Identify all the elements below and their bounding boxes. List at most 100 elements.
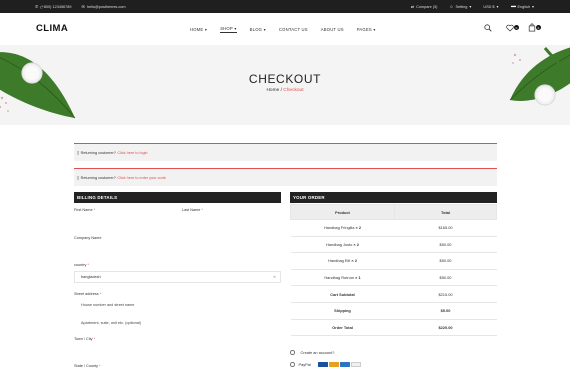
- billing-heading: BILLING DETAILS: [74, 192, 281, 203]
- search-button[interactable]: [483, 23, 492, 32]
- amex-card-icon: [339, 362, 350, 367]
- chevron-down-icon: ▾: [531, 3, 534, 9]
- state-label: State / County *: [74, 364, 101, 368]
- create-account-radio[interactable]: [290, 350, 295, 355]
- cart-button[interactable]: 0: [527, 23, 541, 32]
- chevron-down-icon: ▾: [204, 27, 208, 32]
- user-icon: ☺: [449, 3, 454, 9]
- town-label: Town / City *: [74, 337, 96, 341]
- wishlist-button[interactable]: 0: [505, 23, 519, 32]
- login-notice-text: Returning customer?: [80, 150, 116, 155]
- flag-icon: [510, 4, 516, 9]
- nav-home[interactable]: HOME ▾: [190, 26, 207, 33]
- company-input[interactable]: [74, 243, 281, 255]
- country-value: bangladesh: [81, 275, 101, 279]
- country-label: country *: [74, 263, 89, 267]
- street-input[interactable]: House number and street name: [74, 299, 281, 311]
- order-table: Product Total Handbag Fringilla × 2 $165…: [290, 204, 497, 337]
- visa-card-icon: [317, 362, 328, 367]
- language-dropdown[interactable]: English ▾: [510, 3, 534, 9]
- coupon-notice-text: Returning customer?: [80, 175, 116, 180]
- order-total-label: Order Total: [290, 319, 395, 337]
- main-nav: HOME ▾ SHOP ▾ BLOG ▾ CONTACT US ABOUT US PA…: [190, 26, 389, 33]
- breadcrumb-home[interactable]: Home: [266, 88, 279, 93]
- phone-text: (+800) 123456789: [40, 4, 72, 9]
- create-account-label: Create an account?: [300, 350, 335, 355]
- setting-text: Setting: [455, 4, 468, 9]
- main-header: CLIMA HOME ▾ SHOP ▾ BLOG ▾ CONTACT US ABOUT…: [0, 13, 570, 45]
- mastercard-icon: [328, 362, 339, 367]
- breadcrumb: Home / Checkout: [0, 88, 570, 93]
- cart-bag-icon: [528, 23, 535, 32]
- email-contact[interactable]: ✉ hello@posthemes.com: [81, 3, 126, 9]
- town-input[interactable]: [74, 344, 281, 354]
- email-text: hello@posthemes.com: [86, 4, 126, 9]
- breadcrumb-current: Checkout: [283, 88, 304, 93]
- compare-text: Compare (3): [416, 4, 438, 9]
- country-select[interactable]: bangladesh ✕: [74, 271, 281, 283]
- login-notice: ▯ Returning customer? Click here to logi…: [74, 143, 497, 161]
- last-name-input[interactable]: [182, 215, 281, 227]
- shipping-label: Shipping: [290, 302, 395, 320]
- last-name-label: Last Name *: [182, 208, 203, 212]
- paypal-radio[interactable]: [290, 362, 295, 367]
- chevron-down-icon: ▾: [496, 3, 499, 9]
- nav-blog[interactable]: BLOG ▾: [250, 26, 266, 33]
- chevron-down-icon: ▾: [234, 26, 237, 31]
- paypal-option[interactable]: PayPal: [290, 362, 361, 367]
- order-total-row: Order Total $220.00: [290, 319, 497, 337]
- product-cell: Handbag Fringilla × 2: [290, 219, 395, 237]
- street-label: Street address *: [74, 292, 102, 296]
- currency-dropdown[interactable]: USD $ ▾: [483, 3, 499, 9]
- payment-cards: [317, 362, 361, 367]
- breadcrumb-separator: /: [280, 88, 282, 93]
- compare-icon: ⇄: [410, 3, 415, 9]
- product-cell: Handbag Elit × 2: [290, 252, 395, 270]
- shipping-value: $5.00: [394, 302, 497, 320]
- total-cell: $50.00: [394, 269, 497, 287]
- create-account-option[interactable]: Create an account?: [290, 350, 334, 355]
- table-row: Handbag Fringilla × 2 $165.00: [290, 219, 497, 237]
- product-column-header: Product: [290, 204, 395, 220]
- login-link[interactable]: Click here to login: [117, 151, 147, 155]
- table-row: Handbag Elit × 2 $50.00: [290, 252, 497, 270]
- nav-contact-us[interactable]: CONTACT US: [279, 26, 308, 33]
- apartment-input[interactable]: Apartment, suite, unit etc. (optional): [74, 317, 281, 329]
- chevron-down-icon: ▾: [263, 27, 266, 32]
- phone-icon: ✆: [35, 3, 39, 9]
- total-cell: $50.00: [394, 252, 497, 270]
- total-column-header: Total: [394, 204, 497, 220]
- site-logo[interactable]: CLIMA: [36, 23, 68, 34]
- order-table-header: Product Total: [290, 204, 497, 220]
- discover-card-icon: [350, 362, 361, 367]
- phone-contact[interactable]: ✆ (+800) 123456789: [35, 3, 72, 9]
- heart-icon: [505, 24, 514, 32]
- subtotal-value: $215.00: [394, 285, 497, 303]
- language-text: English: [517, 4, 530, 9]
- first-name-input[interactable]: [74, 215, 174, 227]
- order-heading: YOUR ORDER: [290, 192, 497, 203]
- compare-link[interactable]: ⇄ Compare (3): [410, 3, 438, 9]
- chevron-down-icon: ▾: [373, 27, 376, 32]
- cart-count: 0: [536, 25, 541, 30]
- product-cell: Handbag Rutrum × 1: [290, 269, 395, 287]
- coupon-notice: ▯ Returning customer? Click here to ente…: [74, 168, 497, 186]
- company-label: Company Name: [74, 236, 102, 240]
- chevron-down-icon: ▾: [469, 3, 472, 9]
- setting-dropdown[interactable]: ☺ Setting ▾: [449, 3, 472, 9]
- search-icon: [483, 23, 492, 32]
- nav-shop[interactable]: SHOP ▾: [220, 26, 237, 33]
- mail-icon: ✉: [81, 3, 85, 9]
- coupon-link[interactable]: Click here to enter your code: [117, 176, 166, 180]
- total-cell: $165.00: [394, 219, 497, 237]
- chevron-down-icon: ✕: [273, 275, 276, 279]
- shipping-row: Shipping $5.00: [290, 302, 497, 320]
- table-row: Handbag Rutrum × 1 $50.00: [290, 269, 497, 287]
- currency-text: USD $: [483, 4, 495, 9]
- nav-pages[interactable]: PAGES ▾: [357, 26, 376, 33]
- nav-about-us[interactable]: ABOUT US: [321, 26, 344, 33]
- order-total-value: $220.00: [394, 319, 497, 337]
- page-title: CHECKOUT: [248, 72, 322, 86]
- wishlist-count: 0: [514, 25, 519, 30]
- document-icon: ▯: [77, 176, 80, 180]
